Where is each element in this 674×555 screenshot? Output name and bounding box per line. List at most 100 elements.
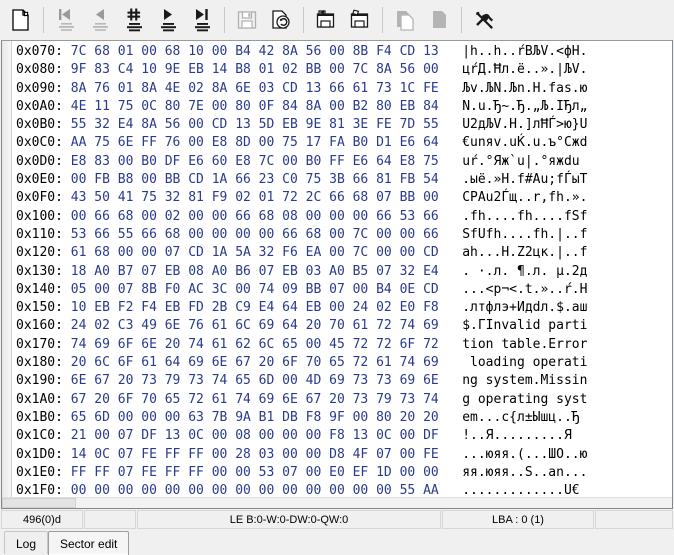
hex-byte[interactable]: EB xyxy=(400,99,423,114)
hex-byte[interactable]: 08 xyxy=(282,209,305,224)
hex-byte[interactable]: 54 xyxy=(423,172,446,187)
paste-icon[interactable] xyxy=(424,4,454,36)
hex-byte[interactable]: 7C xyxy=(353,62,376,77)
hex-byte[interactable]: 2C xyxy=(306,190,329,205)
hex-byte[interactable]: 00 xyxy=(118,245,141,260)
hex-byte[interactable]: 00 xyxy=(353,282,376,297)
hex-byte[interactable]: 72 xyxy=(376,318,399,333)
hex-byte[interactable]: 8A xyxy=(141,81,164,96)
hex-byte[interactable]: 24 xyxy=(353,300,376,315)
hex-row[interactable]: 0x160: 24 02 C3 49 6E 76 61 6C 69 64 20 … xyxy=(16,317,672,335)
hex-byte[interactable]: C0 xyxy=(282,172,305,187)
hex-byte[interactable]: 05 xyxy=(71,282,94,297)
hex-row[interactable]: 0x100: 00 66 68 00 02 00 00 66 68 08 00 … xyxy=(16,208,672,226)
hex-byte[interactable]: 41 xyxy=(118,190,141,205)
hex-byte[interactable]: 76 xyxy=(165,135,188,150)
hex-byte[interactable]: 6F xyxy=(118,355,141,370)
hex-byte[interactable]: DB xyxy=(282,410,305,425)
hex-byte[interactable]: 00 xyxy=(141,410,164,425)
hex-byte[interactable]: 69 xyxy=(94,337,117,352)
hex-row[interactable]: 0x1A0: 67 20 6F 70 65 72 61 74 69 6E 67 … xyxy=(16,391,672,409)
hex-byte[interactable]: 55 xyxy=(423,117,446,132)
hex-ascii-text[interactable]: ...<p¬<.t.»..ŕ.H xyxy=(462,282,587,297)
hex-byte[interactable]: 74 xyxy=(212,373,235,388)
hex-byte[interactable]: 13 xyxy=(306,81,329,96)
hex-byte[interactable]: 3B xyxy=(329,172,352,187)
hex-row[interactable]: 0x0E0: 00 FB B8 00 BB CD 1A 66 23 C0 75 … xyxy=(16,171,672,189)
hex-byte[interactable]: 00 xyxy=(141,44,164,59)
tools-icon[interactable] xyxy=(469,4,499,36)
hex-byte[interactable]: 00 xyxy=(212,483,235,498)
hex-byte[interactable]: E6 xyxy=(353,154,376,169)
hex-row[interactable]: 0x1E0: FF FF 07 FE FF FF 00 00 53 07 00 … xyxy=(16,464,672,482)
hex-byte[interactable]: A0 xyxy=(329,264,352,279)
hex-byte[interactable]: 02 xyxy=(282,62,305,77)
hex-row[interactable]: 0x0F0: 43 50 41 75 32 81 F9 02 01 72 2C … xyxy=(16,189,672,207)
hex-byte[interactable]: 00 xyxy=(212,209,235,224)
hex-byte[interactable]: 61 xyxy=(353,81,376,96)
hex-byte[interactable]: 79 xyxy=(376,392,399,407)
hex-byte[interactable]: 6E xyxy=(141,337,164,352)
hex-byte[interactable]: 00 xyxy=(282,428,305,443)
hex-byte[interactable]: 07 xyxy=(282,465,305,480)
hex-byte[interactable]: 20 xyxy=(400,410,423,425)
hex-byte[interactable]: 10 xyxy=(71,300,94,315)
hex-byte[interactable]: 42 xyxy=(259,44,282,59)
hex-byte[interactable]: 68 xyxy=(259,209,282,224)
hex-byte[interactable]: 66 xyxy=(329,81,352,96)
hex-byte[interactable]: CD xyxy=(282,81,305,96)
hex-byte[interactable]: 80 xyxy=(165,99,188,114)
hex-byte[interactable]: 53 xyxy=(259,465,282,480)
hex-byte[interactable]: 07 xyxy=(118,428,141,443)
hex-row[interactable]: 0x0C0: AA 75 6E FF 76 00 E8 8D 00 75 17 … xyxy=(16,134,672,152)
hex-ascii-text[interactable]: ah...H.Z2цк.|..f xyxy=(462,245,587,260)
hex-byte[interactable]: F8 xyxy=(423,300,446,315)
hex-byte[interactable]: 61 xyxy=(212,318,235,333)
hex-byte[interactable]: 01 xyxy=(118,44,141,59)
hex-byte[interactable]: DF xyxy=(423,428,446,443)
hex-byte[interactable]: 6F xyxy=(118,337,141,352)
hex-ascii-text[interactable]: €unяv.uЌ.u.ъ°Сжd xyxy=(462,135,587,150)
hex-byte[interactable]: FF xyxy=(329,154,352,169)
hex-byte[interactable]: 64 xyxy=(376,154,399,169)
hex-byte[interactable]: F4 xyxy=(376,44,399,59)
save-as-icon[interactable] xyxy=(266,4,296,36)
hex-ascii-text[interactable]: ng system.Missin xyxy=(462,373,587,388)
hex-byte[interactable]: 6C xyxy=(94,355,117,370)
hex-byte[interactable]: 00 xyxy=(282,154,305,169)
hex-byte[interactable]: 68 xyxy=(94,245,117,260)
hex-byte[interactable]: 6E xyxy=(423,373,446,388)
save-icon[interactable] xyxy=(232,4,262,36)
hex-byte[interactable]: 00 xyxy=(118,410,141,425)
hex-byte[interactable]: 4F xyxy=(353,447,376,462)
hex-byte[interactable]: 75 xyxy=(141,190,164,205)
hex-byte[interactable]: B4 xyxy=(376,282,399,297)
hex-byte[interactable]: 8B xyxy=(141,282,164,297)
hex-byte[interactable]: BB xyxy=(306,282,329,297)
hex-ascii-text[interactable]: |h..h..ŕBЉV.<фH. xyxy=(462,44,587,59)
hex-byte[interactable]: 6E xyxy=(235,81,258,96)
hex-byte[interactable]: 45 xyxy=(329,337,352,352)
hex-row[interactable]: 0x1C0: 21 00 07 DF 13 0C 00 08 00 00 00 … xyxy=(16,427,672,445)
hex-byte[interactable]: 73 xyxy=(376,81,399,96)
hex-byte[interactable]: 66 xyxy=(423,227,446,242)
hex-byte[interactable]: 20 xyxy=(165,337,188,352)
hex-byte[interactable]: 00 xyxy=(212,99,235,114)
hex-byte[interactable]: 75 xyxy=(118,99,141,114)
hex-byte[interactable]: 00 xyxy=(353,410,376,425)
hex-byte[interactable]: 6F xyxy=(400,337,423,352)
hex-byte[interactable]: 00 xyxy=(400,245,423,260)
hex-byte[interactable]: 0C xyxy=(94,447,117,462)
hex-byte[interactable]: 80 xyxy=(376,99,399,114)
hex-byte[interactable]: 32 xyxy=(165,190,188,205)
hex-ascii-text[interactable]: . ·.л. ¶.л. μ.2д xyxy=(462,264,587,279)
hex-byte[interactable]: CD xyxy=(423,245,446,260)
hex-byte[interactable]: 00 xyxy=(306,447,329,462)
hex-byte[interactable]: 01 xyxy=(259,62,282,77)
hex-byte[interactable]: 00 xyxy=(329,227,352,242)
hex-byte[interactable]: 00 xyxy=(235,282,258,297)
hex-byte[interactable]: 00 xyxy=(423,465,446,480)
hex-byte[interactable]: 07 xyxy=(118,447,141,462)
hex-byte[interactable]: E0 xyxy=(329,465,352,480)
hex-byte[interactable]: 00 xyxy=(282,447,305,462)
